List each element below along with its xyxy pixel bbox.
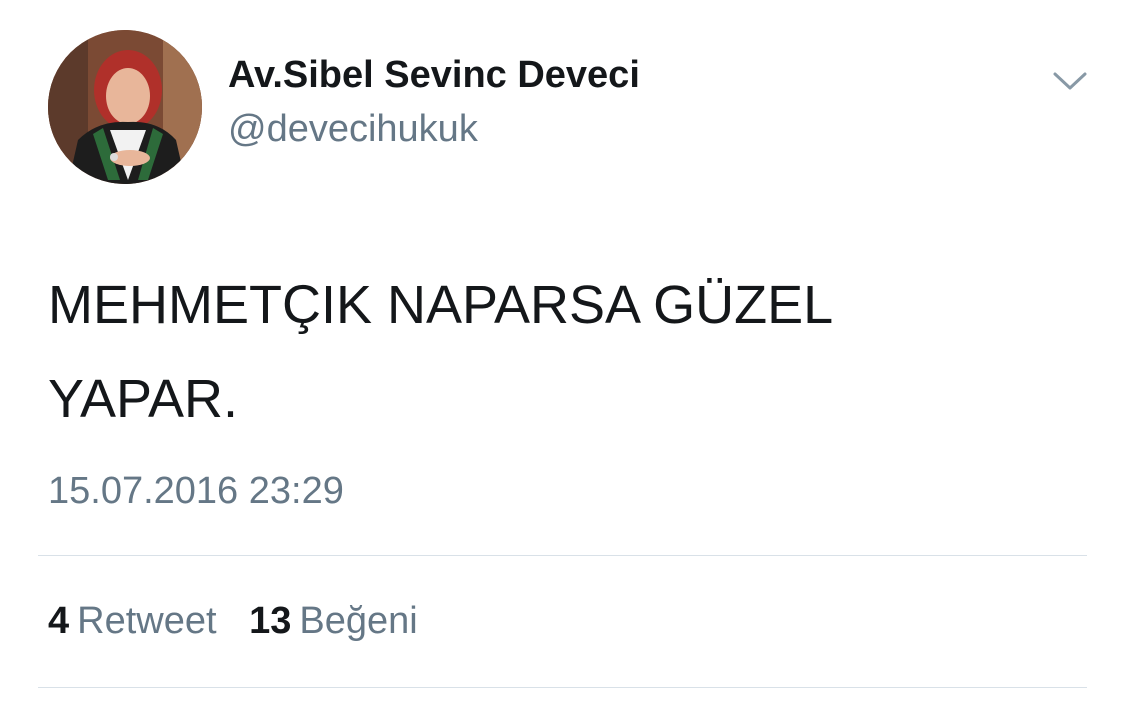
retweets-stat[interactable]: 4 Retweet [48,596,217,646]
author-names: Av.Sibel Sevinc Deveci @devecihukuk [228,50,640,154]
chevron-down-icon[interactable] [1052,68,1088,96]
tweet-detail: Av.Sibel Sevinc Deveci @devecihukuk MEHM… [0,0,1125,707]
likes-count: 13 [249,600,292,642]
tweet-timestamp: 15.07.2016 23:29 [48,470,344,512]
author-display-name[interactable]: Av.Sibel Sevinc Deveci [228,50,640,100]
retweets-count: 4 [48,600,70,642]
likes-stat[interactable]: 13 Beğeni [249,596,418,646]
avatar[interactable] [48,30,202,184]
divider [38,555,1087,556]
tweet-stats: 4 Retweet 13 Beğeni [48,596,440,646]
likes-label: Beğeni [299,600,418,642]
avatar-image [48,30,202,184]
tweet-header: Av.Sibel Sevinc Deveci @devecihukuk [48,30,1088,186]
author-handle[interactable]: @devecihukuk [228,104,640,154]
retweets-label: Retweet [77,600,217,642]
tweet-text: MEHMETÇIK NAPARSA GÜZEL YAPAR. [48,275,834,429]
divider [38,687,1087,688]
